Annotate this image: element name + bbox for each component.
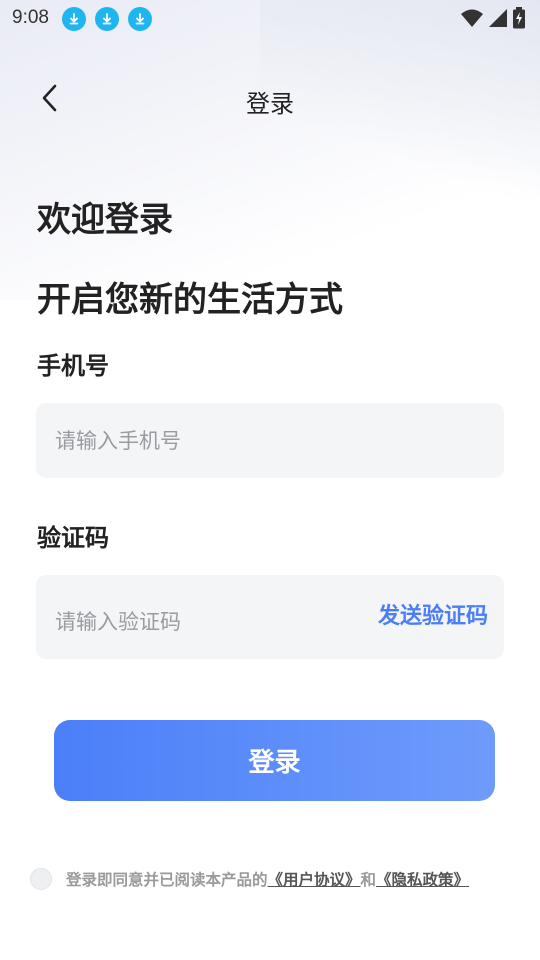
code-input-box: 发送验证码: [36, 575, 504, 659]
welcome-title: 欢迎登录: [37, 200, 173, 240]
download-icon: [62, 7, 86, 31]
wifi-icon: [460, 8, 484, 32]
download-icon: [95, 7, 119, 31]
welcome-subtitle: 开启您新的生活方式: [37, 280, 343, 320]
phone-input[interactable]: [36, 403, 504, 478]
user-agreement-link[interactable]: 《用户协议》: [268, 871, 361, 889]
privacy-policy-link[interactable]: 《隐私政策》: [376, 871, 469, 889]
agreement-prefix: 登录即同意并已阅读本产品的: [66, 871, 268, 889]
page-title: 登录: [246, 90, 294, 118]
agreement-conjunction: 和: [360, 871, 377, 889]
header-background: [0, 0, 540, 300]
agreement-text: 登录即同意并已阅读本产品的《用户协议》和《隐私政策》: [66, 868, 469, 890]
status-time: 9:08: [12, 7, 49, 28]
system-icons: [460, 7, 526, 33]
code-input[interactable]: [36, 575, 378, 659]
agreement-checkbox[interactable]: [30, 868, 52, 890]
download-icon: [128, 7, 152, 31]
send-code-button[interactable]: 发送验证码: [378, 598, 504, 630]
phone-label: 手机号: [37, 352, 109, 380]
battery-charging-icon: [512, 7, 526, 33]
phone-input-box: [36, 403, 504, 478]
login-button[interactable]: 登录: [54, 720, 495, 801]
code-label: 验证码: [37, 524, 109, 552]
status-bar: 9:08: [0, 0, 540, 38]
signal-icon: [488, 8, 508, 32]
agreement-row: 登录即同意并已阅读本产品的《用户协议》和《隐私政策》: [30, 868, 520, 890]
